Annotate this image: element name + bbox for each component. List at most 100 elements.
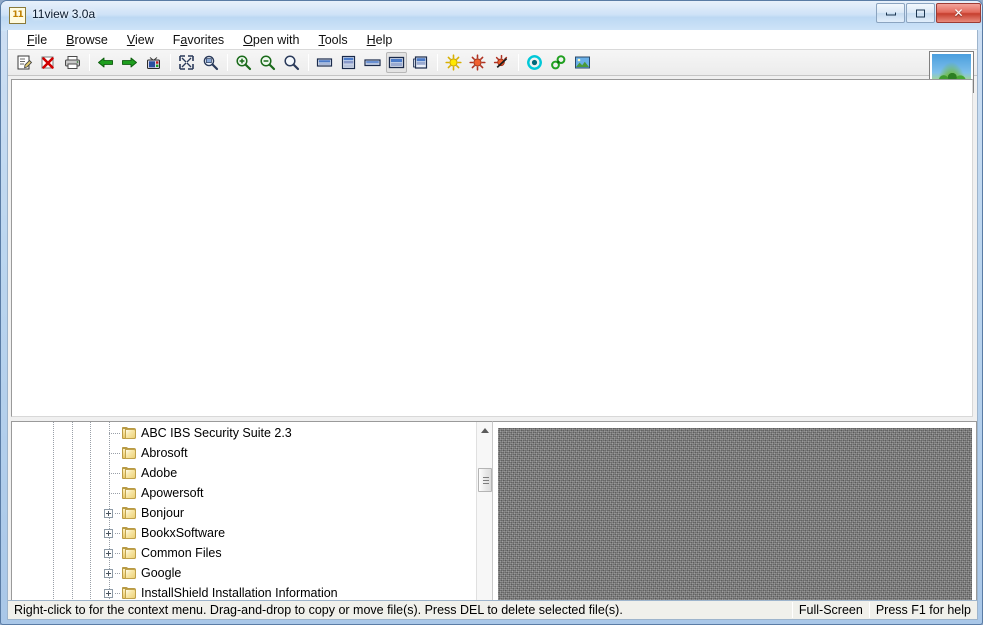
tree-connector — [109, 493, 121, 494]
tree-item-google[interactable]: Google — [12, 564, 480, 584]
previous-button[interactable] — [95, 52, 116, 73]
scrollbar-grip-icon — [483, 477, 490, 484]
tree-connector — [115, 553, 121, 554]
menu-help[interactable]: Help — [358, 31, 402, 49]
titlebar[interactable]: 11 11view 3.0a ✕ — [1, 1, 983, 30]
brightness-up-icon — [445, 54, 462, 71]
view-single-button[interactable] — [314, 52, 335, 73]
options-button[interactable] — [524, 52, 545, 73]
zoom-out-button[interactable] — [257, 52, 278, 73]
tree-connector — [115, 593, 121, 594]
view-thumbnail-icon — [388, 56, 405, 69]
folder-icon — [122, 507, 137, 520]
view-filmstrip-icon — [364, 59, 381, 67]
tree-item-apowersoft[interactable]: Apowersoft — [12, 484, 480, 504]
edit-button[interactable] — [14, 52, 35, 73]
fit-window-button[interactable] — [200, 52, 221, 73]
minimize-button[interactable] — [876, 3, 905, 23]
tree-item-label: BookxSoftware — [141, 526, 226, 540]
delete-icon — [41, 56, 54, 69]
maximize-icon — [907, 7, 934, 20]
tree-item-common-files[interactable]: Common Files — [12, 544, 480, 564]
tree-connector — [115, 533, 121, 534]
status-mode[interactable]: Full-Screen — [793, 601, 869, 619]
zoom-out-icon — [260, 55, 276, 71]
menubar: File Browse View Favorites Open with Too… — [8, 30, 977, 50]
tree-item-abrosoft[interactable]: Abrosoft — [12, 444, 480, 464]
toolbar-separator — [170, 54, 171, 71]
statusbar: Right-click to for the context menu. Dra… — [7, 600, 978, 620]
color-remove-button[interactable] — [491, 52, 512, 73]
maximize-button[interactable] — [906, 3, 935, 23]
scroll-up-button[interactable] — [477, 422, 493, 439]
tree-item-label: InstallShield Installation Information — [141, 586, 338, 600]
previous-icon — [98, 57, 113, 68]
folder-tree-pane[interactable]: ABC IBS Security Suite 2.3 Abrosoft Adob… — [11, 421, 493, 619]
tree-vertical-scrollbar[interactable] — [476, 422, 493, 618]
tree-item-label: Bonjour — [141, 506, 185, 520]
menu-browse[interactable]: Browse — [57, 31, 117, 49]
tree-connector — [109, 433, 121, 434]
toolbar-separator — [89, 54, 90, 71]
plugins-icon — [551, 55, 566, 70]
close-button[interactable]: ✕ — [936, 3, 981, 23]
view-details-button[interactable] — [410, 52, 431, 73]
folder-icon — [122, 427, 137, 440]
toolbar-separator — [308, 54, 309, 71]
menu-tools[interactable]: Tools — [309, 31, 356, 49]
view-thumbnail-button[interactable] — [386, 52, 407, 73]
edit-icon — [17, 55, 33, 70]
fullscreen-button[interactable] — [176, 52, 197, 73]
tree-item-bookxsoftware[interactable]: BookxSoftware — [12, 524, 480, 544]
tree-connector — [109, 473, 121, 474]
toolbar — [8, 50, 977, 93]
tree-expand-icon[interactable] — [104, 569, 113, 578]
menu-view[interactable]: View — [118, 31, 163, 49]
menu-favorites[interactable]: Favorites — [164, 31, 233, 49]
tree-item-adobe[interactable]: Adobe — [12, 464, 480, 484]
tree-expand-icon[interactable] — [104, 509, 113, 518]
tree-item-bonjour[interactable]: Bonjour — [12, 504, 480, 524]
scrollbar-thumb[interactable] — [478, 468, 493, 492]
zoom-in-button[interactable] — [233, 52, 254, 73]
plugins-button[interactable] — [548, 52, 569, 73]
brightness-down-button[interactable] — [467, 52, 488, 73]
folder-icon — [122, 527, 137, 540]
delete-button[interactable] — [38, 52, 59, 73]
image-preview-button[interactable] — [572, 52, 593, 73]
tree-item-abc-ibs-security-suite[interactable]: ABC IBS Security Suite 2.3 — [12, 424, 480, 444]
view-split-button[interactable] — [338, 52, 359, 73]
image-preview-noise — [498, 428, 972, 614]
tree-item-label: Apowersoft — [141, 486, 204, 500]
thumbnail-preview-pane[interactable] — [492, 421, 977, 619]
fullscreen-icon — [179, 55, 194, 70]
tree-expand-icon[interactable] — [104, 529, 113, 538]
brightness-down-icon — [469, 54, 486, 71]
actual-size-button[interactable] — [281, 52, 302, 73]
menu-file[interactable]: File — [18, 31, 56, 49]
window-controls: ✕ — [875, 3, 981, 25]
status-hint: Right-click to for the context menu. Dra… — [14, 603, 623, 617]
slideshow-button[interactable] — [143, 52, 164, 73]
tree-connector — [109, 453, 121, 454]
app-icon: 11 — [9, 7, 26, 24]
next-button[interactable] — [119, 52, 140, 73]
image-canvas[interactable] — [11, 79, 973, 417]
print-button[interactable] — [62, 52, 83, 73]
tree-expand-icon[interactable] — [104, 549, 113, 558]
color-remove-icon — [493, 54, 508, 69]
chevron-up-icon — [481, 428, 490, 433]
tree-item-label: Google — [141, 566, 182, 580]
tree-expand-icon[interactable] — [104, 589, 113, 598]
tree-item-label: Common Files — [141, 546, 222, 560]
folder-icon — [122, 447, 137, 460]
brightness-up-button[interactable] — [443, 52, 464, 73]
folder-icon — [122, 487, 137, 500]
slideshow-icon — [147, 57, 160, 69]
actual-size-icon — [284, 55, 300, 71]
fit-window-icon — [203, 55, 219, 71]
menu-open-with[interactable]: Open with — [234, 31, 308, 49]
view-filmstrip-button[interactable] — [362, 52, 383, 73]
toolbar-separator — [518, 54, 519, 71]
folder-tree[interactable]: ABC IBS Security Suite 2.3 Abrosoft Adob… — [12, 422, 480, 618]
